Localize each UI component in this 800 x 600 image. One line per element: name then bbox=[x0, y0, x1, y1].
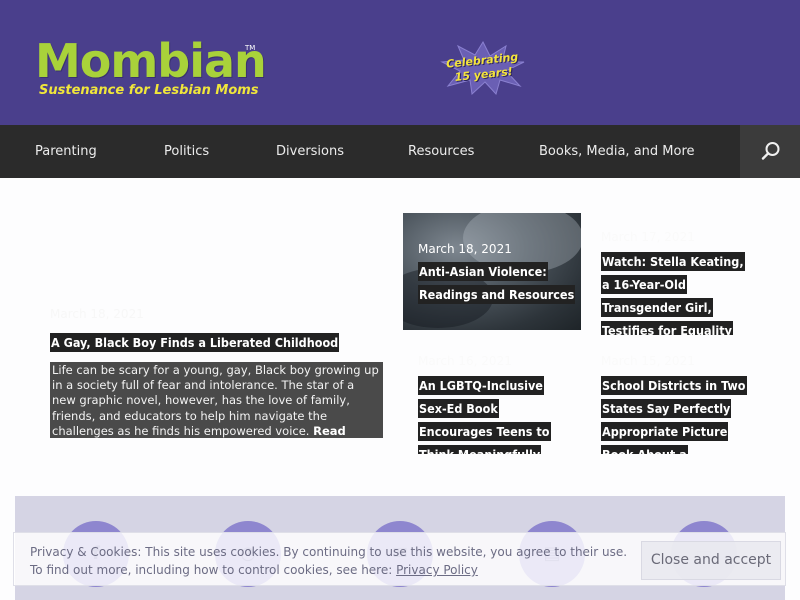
cookie-line-1: Privacy & Cookies: This site uses cookie… bbox=[30, 545, 628, 559]
close-and-accept-button[interactable]: Close and accept bbox=[641, 541, 781, 580]
nav-item-resources[interactable]: Resources bbox=[408, 125, 474, 178]
nav-item-politics[interactable]: Politics bbox=[164, 125, 209, 178]
featured-post-date: March 18, 2021 bbox=[50, 307, 144, 321]
search-button[interactable] bbox=[740, 125, 800, 178]
post-title-text[interactable]: School Districts in Two States Say Perfe… bbox=[601, 376, 747, 454]
post-title-text[interactable]: An LGBTQ-Inclusive Sex-Ed Book Encourage… bbox=[418, 376, 551, 454]
post-date: March 18, 2021 bbox=[418, 242, 512, 256]
nav-item-diversions[interactable]: Diversions bbox=[276, 125, 344, 178]
post-date: March 17, 2021 bbox=[601, 230, 695, 244]
logo-trademark: TM bbox=[245, 44, 256, 52]
search-icon bbox=[761, 142, 780, 160]
post-title-text[interactable]: Anti-Asian Violence: Readings and Resour… bbox=[418, 262, 576, 304]
logo-wordmark: Mombian bbox=[35, 34, 267, 88]
site-header: Mombian TM Sustenance for Lesbian Moms C… bbox=[0, 0, 800, 125]
site-logo[interactable]: Mombian TM Sustenance for Lesbian Moms bbox=[35, 34, 267, 106]
featured-post-title[interactable]: A Gay, Black Boy Finds a Liberated Child… bbox=[50, 331, 380, 354]
featured-post-title-text[interactable]: A Gay, Black Boy Finds a Liberated Child… bbox=[50, 333, 340, 352]
anniversary-badge: Celebrating 15 years! bbox=[440, 40, 526, 96]
post-date: March 16, 2021 bbox=[418, 354, 512, 368]
post-title[interactable]: Watch: Stella Keating, a 16-Year-Old Tra… bbox=[601, 250, 751, 335]
logo-tagline: Sustenance for Lesbian Moms bbox=[39, 83, 259, 98]
post-title[interactable]: School Districts in Two States Say Perfe… bbox=[601, 374, 751, 454]
privacy-policy-link[interactable]: Privacy Policy bbox=[396, 563, 478, 577]
cookie-banner: Privacy & Cookies: This site uses cookie… bbox=[13, 532, 786, 586]
main-nav: Parenting Politics Diversions Resources … bbox=[0, 125, 800, 178]
post-title[interactable]: Anti-Asian Violence: Readings and Resour… bbox=[418, 260, 578, 306]
featured-post-excerpt: Life can be scary for a young, gay, Blac… bbox=[50, 362, 383, 438]
post-date: March 15, 2021 bbox=[601, 354, 695, 368]
post-title-text[interactable]: Watch: Stella Keating, a 16-Year-Old Tra… bbox=[601, 252, 745, 335]
nav-item-books-media[interactable]: Books, Media, and More bbox=[539, 125, 695, 178]
nav-item-parenting[interactable]: Parenting bbox=[35, 125, 97, 178]
post-title[interactable]: An LGBTQ-Inclusive Sex-Ed Book Encourage… bbox=[418, 374, 568, 454]
cookie-text: Privacy & Cookies: This site uses cookie… bbox=[30, 543, 630, 579]
cookie-line-2: To find out more, including how to contr… bbox=[30, 563, 397, 577]
